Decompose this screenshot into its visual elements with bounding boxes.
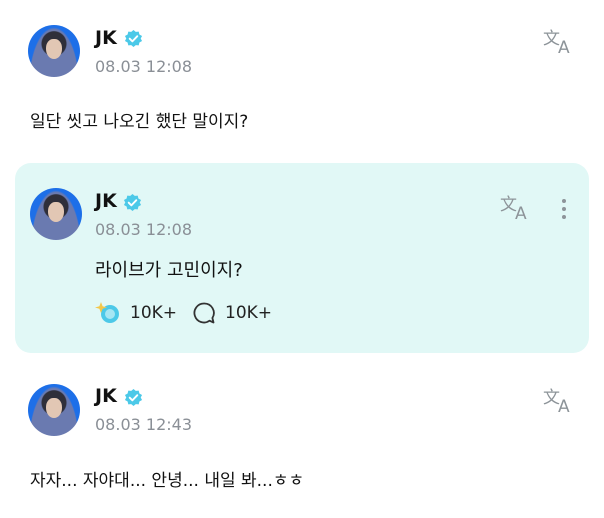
translate-icon[interactable]: 文 A — [500, 193, 534, 221]
svg-text:A: A — [558, 397, 570, 414]
avatar[interactable] — [28, 384, 80, 436]
post-time: 08.03 12:08 — [95, 220, 192, 239]
verified-badge-icon — [124, 388, 143, 407]
post-time: 08.03 12:43 — [95, 415, 192, 434]
author-name[interactable]: JK — [95, 385, 117, 407]
verified-badge-icon — [123, 193, 142, 212]
verified-badge-icon — [124, 29, 143, 48]
sparkle-like-icon[interactable] — [94, 300, 122, 326]
avatar[interactable] — [30, 188, 82, 240]
like-count: 10K+ — [130, 303, 178, 323]
svg-text:A: A — [558, 38, 570, 55]
avatar[interactable] — [28, 25, 80, 77]
translate-icon[interactable]: 文 A — [543, 386, 577, 414]
comment-bubble-icon[interactable] — [192, 301, 216, 325]
author-name[interactable]: JK — [95, 190, 117, 212]
post-text: 라이브가 고민이지? — [95, 260, 243, 281]
author-name[interactable]: JK — [95, 27, 117, 49]
comment-count: 10K+ — [225, 303, 273, 323]
svg-text:A: A — [515, 204, 527, 221]
translate-icon[interactable]: 文 A — [543, 27, 577, 55]
post-time: 08.03 12:08 — [95, 57, 192, 76]
post-text: 일단 씻고 나오긴 했단 말이지? — [30, 112, 249, 132]
more-vertical-icon[interactable] — [556, 196, 572, 220]
post-text: 자자... 자야대... 안녕... 내일 봐...ㅎㅎ — [30, 471, 305, 491]
